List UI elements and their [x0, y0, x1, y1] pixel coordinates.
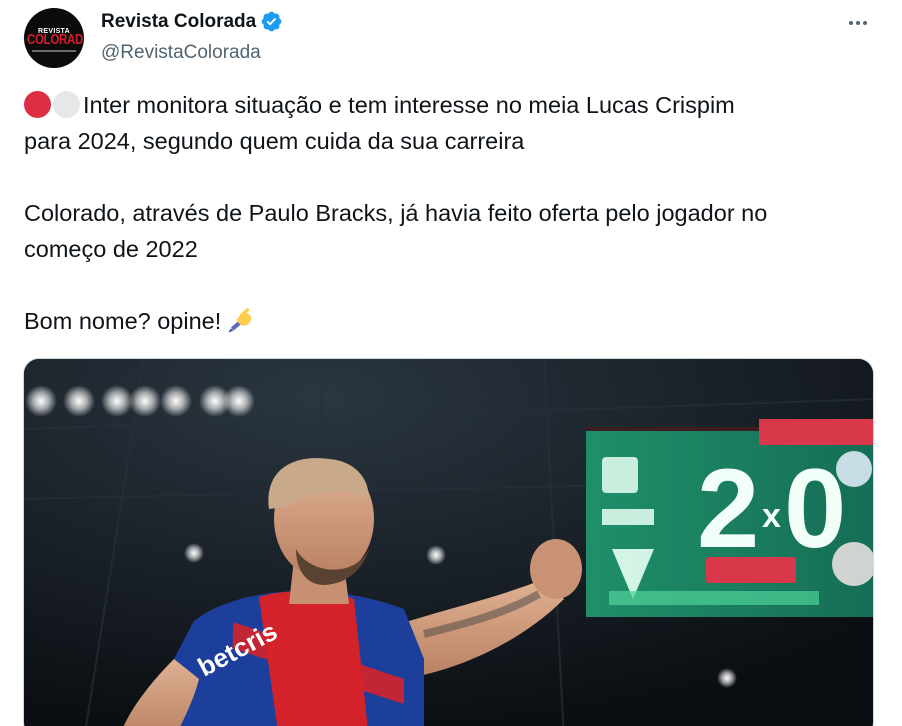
- tweet-line: Bom nome? opine!: [24, 303, 864, 339]
- tweet-text-line-2: para 2024, segundo quem cuida da sua car…: [24, 128, 525, 154]
- tweet-text-line-3: Colorado, através de Paulo Bracks, já ha…: [24, 200, 768, 226]
- scoreboard: 2 x 0: [586, 419, 873, 617]
- scoreboard-away-score: 0: [784, 446, 846, 571]
- red-circle-emoji-icon: [24, 91, 51, 118]
- line-break: [24, 267, 864, 303]
- more-options-icon[interactable]: [838, 10, 878, 36]
- scoreboard-home-score: 2: [697, 446, 759, 571]
- dot: [849, 21, 853, 25]
- white-circle-emoji-icon: [53, 91, 80, 118]
- tweet-line: começo de 2022: [24, 231, 864, 267]
- scoreboard-separator: x: [762, 497, 781, 535]
- author-name-row[interactable]: Revista Colorada: [101, 10, 283, 33]
- display-name[interactable]: Revista Colorada: [101, 11, 256, 33]
- tweet-media-photo[interactable]: 2 x 0 betcris: [23, 358, 874, 726]
- tweet-text: Inter monitora situação e tem interesse …: [24, 87, 864, 339]
- avatar-logo-divider: [32, 50, 76, 52]
- avatar[interactable]: REVISTA COLORADA: [24, 8, 84, 68]
- tweet-text-line-4: começo de 2022: [24, 236, 198, 262]
- tweet-line: Inter monitora situação e tem interesse …: [24, 87, 864, 123]
- author-handle[interactable]: @RevistaColorada: [101, 42, 261, 64]
- tweet-line: para 2024, segundo quem cuida da sua car…: [24, 123, 864, 159]
- avatar-logo-main: COLORADA: [27, 32, 84, 48]
- tweet: REVISTA COLORADA Revista Colorada @Revis…: [0, 0, 902, 726]
- verified-badge-icon: [260, 10, 283, 33]
- line-break: [24, 159, 864, 195]
- tweet-text-line-1: Inter monitora situação e tem interesse …: [83, 92, 735, 118]
- tweet-text-line-5: Bom nome? opine!: [24, 308, 222, 334]
- writing-hand-emoji-icon: [225, 305, 255, 335]
- tweet-line: Colorado, através de Paulo Bracks, já ha…: [24, 195, 864, 231]
- dot: [863, 21, 867, 25]
- dot: [856, 21, 860, 25]
- stadium-photo: 2 x 0 betcris: [24, 359, 873, 726]
